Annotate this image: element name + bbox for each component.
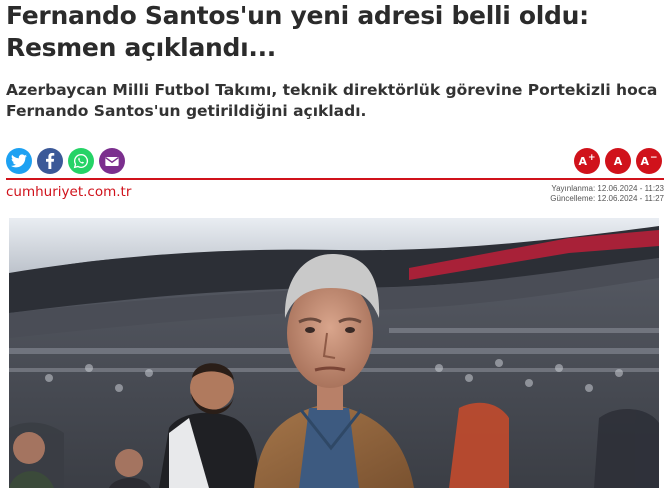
twitter-icon (11, 154, 27, 168)
facebook-share-button[interactable] (37, 148, 63, 174)
mail-share-button[interactable] (99, 148, 125, 174)
font-reset-label: A (613, 154, 623, 168)
twitter-share-button[interactable] (6, 148, 32, 174)
header-divider (6, 178, 664, 180)
font-reset-button[interactable]: A (605, 148, 631, 174)
font-decrease-label: A (640, 154, 649, 168)
headline-line-2: Resmen açıklandı... (6, 33, 276, 62)
share-buttons (6, 148, 125, 174)
source-link[interactable]: cumhuriyet.com.tr (6, 184, 131, 200)
summary-line-1: Azerbaycan Milli Futbol Takımı, teknik d… (6, 81, 658, 99)
summary-line-2: Fernando Santos'un getirildiğini açıklad… (6, 102, 367, 120)
article-headline: Fernando Santos'un yeni adresi belli old… (6, 0, 666, 64)
stadium-photo (9, 218, 659, 488)
plus-icon: + (587, 153, 596, 163)
mail-icon (105, 156, 119, 166)
article-photo (9, 218, 659, 488)
minus-icon: − (649, 153, 658, 163)
font-increase-button[interactable]: A + (574, 148, 600, 174)
article-summary: Azerbaycan Milli Futbol Takımı, teknik d… (6, 80, 666, 122)
font-increase-label: A (578, 154, 587, 168)
publish-dates: Yayınlanma: 12.06.2024 - 11:23 Güncellem… (550, 184, 664, 204)
facebook-icon (46, 153, 55, 169)
headline-line-1: Fernando Santos'un yeni adresi belli old… (6, 1, 589, 30)
whatsapp-share-button[interactable] (68, 148, 94, 174)
font-size-controls: A + A A − (574, 148, 662, 174)
updated-date: Güncelleme: 12.06.2024 - 11:27 (550, 194, 664, 203)
published-date: Yayınlanma: 12.06.2024 - 11:23 (551, 184, 664, 193)
whatsapp-icon (73, 153, 89, 169)
font-decrease-button[interactable]: A − (636, 148, 662, 174)
